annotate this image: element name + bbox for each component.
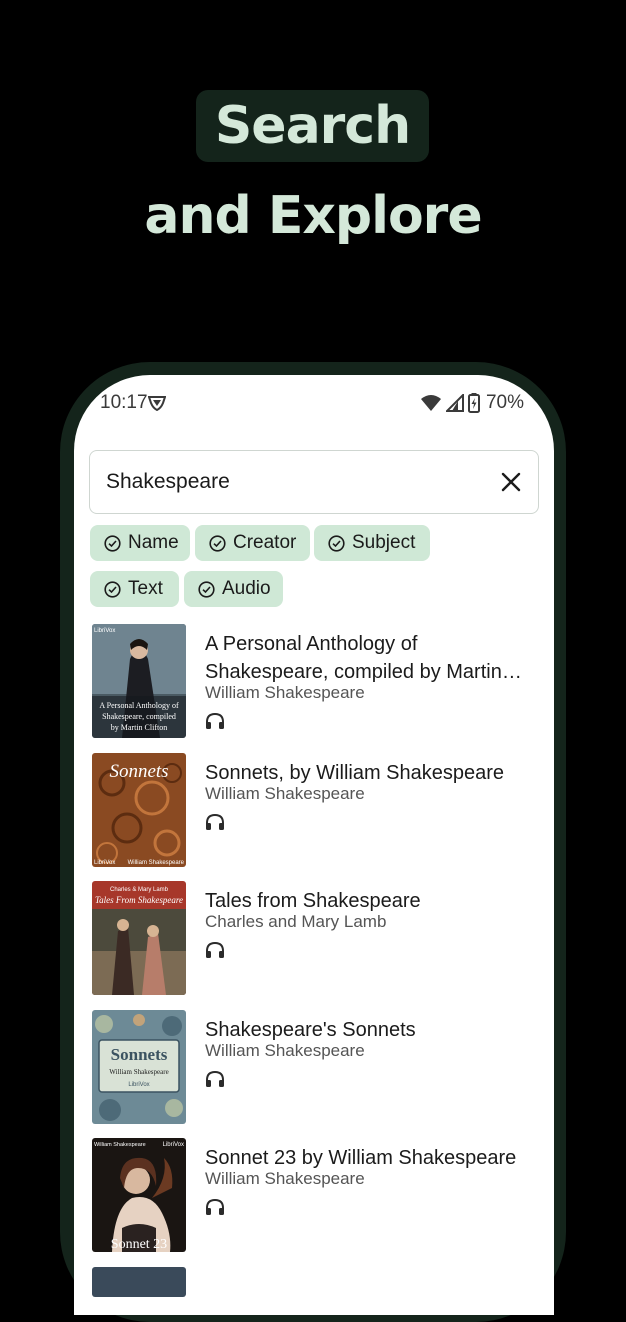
svg-text:Sonnets: Sonnets (109, 761, 168, 782)
result-author: William Shakespeare (205, 1041, 365, 1060)
filter-chip-label: Subject (352, 532, 416, 553)
filter-chip-label: Audio (222, 578, 271, 599)
book-cover: Sonnets William Shakespeare LibriVox (92, 1010, 186, 1124)
filter-chip-audio[interactable]: Audio (184, 571, 283, 607)
svg-text:Shakespeare, compiled: Shakespeare, compiled (102, 712, 176, 721)
signal-icon (445, 394, 464, 412)
promo-headline-explore: and Explore (144, 186, 482, 246)
search-input[interactable] (106, 451, 486, 512)
svg-text:William Shakespeare: William Shakespeare (94, 1142, 146, 1148)
book-cover: Charles & Mary Lamb Tales From Shakespea… (92, 881, 186, 995)
promo-headline-search: Search (196, 90, 429, 162)
book-cover: William Shakespeare LibriVox Sonnet 23 (92, 1138, 186, 1252)
result-item[interactable]: LibriVox A Personal Anthology of Shakesp… (92, 624, 542, 740)
svg-text:Charles & Mary Lamb: Charles & Mary Lamb (110, 887, 169, 893)
check-circle-icon (209, 534, 226, 552)
check-circle-icon (198, 580, 215, 598)
result-item[interactable]: Charles & Mary Lamb Tales From Shakespea… (92, 881, 542, 997)
result-author: William Shakespeare (205, 1169, 365, 1188)
svg-text:Sonnets: Sonnets (111, 1045, 168, 1064)
filter-chip-label: Creator (233, 532, 297, 553)
result-item[interactable]: Sonnets William Shakespeare LibriVox Sha… (92, 1010, 542, 1126)
result-author: Charles and Mary Lamb (205, 912, 387, 931)
status-time: 10:17 (100, 392, 148, 413)
result-title: Shakespeare's Sonnets (205, 1019, 416, 1041)
book-cover: Sonnets LibriVox William Shakespeare (92, 753, 186, 867)
svg-text:Tales From Shakespeare: Tales From Shakespeare (95, 895, 183, 905)
svg-text:by Martin Clifton: by Martin Clifton (111, 723, 167, 732)
book-cover: LibriVox A Personal Anthology of Shakesp… (92, 624, 186, 738)
filter-chip-text[interactable]: Text (90, 571, 179, 607)
headphones-icon (206, 1070, 224, 1087)
check-circle-icon (328, 534, 345, 552)
check-circle-icon (104, 534, 121, 552)
result-title: Sonnets, by William Shakespeare (205, 762, 505, 784)
status-right-group: 70% (420, 392, 524, 414)
wifi-icon (420, 395, 441, 411)
svg-text:LibriVox: LibriVox (128, 1082, 149, 1088)
headphones-icon (206, 941, 224, 958)
headphones-icon (206, 813, 224, 830)
svg-text:Sonnet 23: Sonnet 23 (111, 1237, 167, 1252)
result-title: A Personal Anthology of Shakespeare, com… (205, 633, 502, 683)
result-author: William Shakespeare (205, 784, 365, 803)
svg-text:William Shakespeare: William Shakespeare (109, 1068, 168, 1076)
result-item[interactable]: Sonnets LibriVox William Shakespeare Son… (92, 753, 542, 869)
filter-chip-creator[interactable]: Creator (195, 525, 310, 561)
filter-chip-label: Name (128, 532, 179, 553)
battery-icon (467, 393, 480, 413)
result-item[interactable]: William Shakespeare LibriVox Sonnet 23 S… (92, 1138, 542, 1254)
check-circle-icon (104, 580, 121, 598)
filter-chip-subject[interactable]: Subject (314, 525, 430, 561)
svg-text:LibriVox: LibriVox (163, 1142, 184, 1148)
result-author: William Shakespeare (205, 683, 365, 702)
book-cover-partial (92, 1267, 186, 1297)
headphones-icon (206, 1198, 224, 1215)
status-bar: 10:17 70% (74, 375, 554, 433)
close-icon[interactable] (498, 469, 524, 495)
search-field[interactable] (89, 450, 539, 514)
headphones-icon (206, 712, 224, 729)
battery-percent: 70% (485, 392, 524, 413)
svg-text:William Shakespeare: William Shakespeare (128, 860, 185, 866)
svg-text:LibriVox: LibriVox (94, 628, 115, 634)
svg-text:A Personal Anthology of: A Personal Anthology of (99, 701, 179, 710)
notification-shield-icon (148, 396, 166, 411)
phone-screen: 10:17 70% Name (74, 375, 554, 1315)
result-title: Sonnet 23 by William Shakespeare (205, 1147, 517, 1169)
filter-chip-label: Text (128, 578, 163, 599)
svg-text:LibriVox: LibriVox (94, 860, 115, 866)
result-title: Tales from Shakespeare (205, 890, 421, 912)
filter-chip-name[interactable]: Name (90, 525, 190, 561)
